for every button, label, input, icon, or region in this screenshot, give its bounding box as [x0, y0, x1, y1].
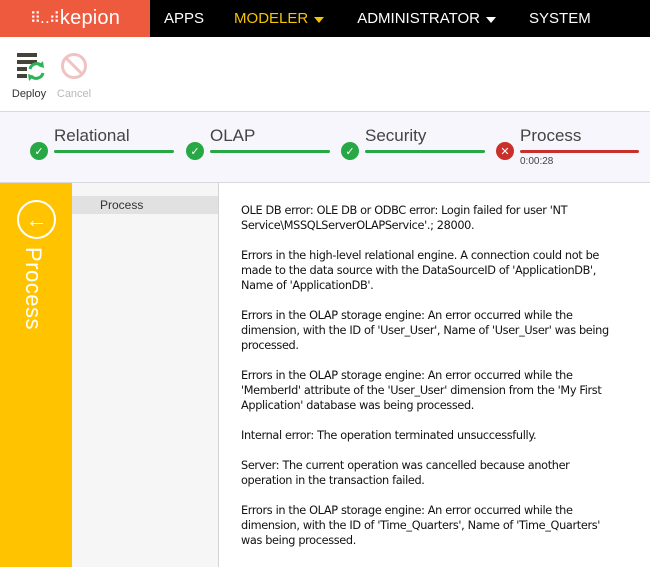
section-title: Process: [21, 247, 46, 330]
error-log: OLE DB error: OLE DB or ODBC error: Logi…: [241, 203, 621, 563]
step-progress-bar: [520, 150, 639, 153]
back-button[interactable]: ←: [17, 200, 56, 239]
error-message: Errors in the OLAP storage engine: An er…: [241, 309, 609, 352]
cancel-label: Cancel: [56, 88, 92, 100]
step-progress-bar: [210, 150, 330, 153]
nav-modeler[interactable]: MODELER: [234, 0, 325, 37]
list-item-label: Process: [100, 198, 144, 212]
toolbar: Deploy Cancel: [0, 37, 650, 112]
step-label: OLAP: [210, 126, 256, 145]
list-item-process[interactable]: Process: [72, 196, 218, 214]
error-message: Server: The current operation was cancel…: [241, 459, 570, 487]
deploy-refresh-icon: [17, 53, 45, 81]
chevron-down-icon: [486, 16, 497, 23]
nav-system-label: SYSTEM: [529, 10, 591, 27]
chevron-down-icon: [314, 16, 325, 23]
arrow-left-icon: ←: [25, 206, 48, 232]
logo-text: kepion: [59, 7, 121, 29]
nav-modeler-label: MODELER: [234, 10, 309, 27]
error-circle-icon: ✕: [496, 142, 514, 160]
deployment-progress-steps: ✓ Relational ✓ OLAP ✓ Security ✕ Process…: [0, 112, 650, 183]
error-message: Errors in the OLAP storage engine: An er…: [241, 504, 601, 547]
nav-apps-label: APPS: [164, 10, 205, 27]
check-circle-icon: ✓: [30, 142, 48, 160]
check-circle-icon: ✓: [341, 142, 359, 160]
deploy-button[interactable]: Deploy: [9, 51, 49, 100]
error-message: Errors in the OLAP storage engine: An er…: [241, 369, 602, 412]
nav-apps[interactable]: APPS: [164, 0, 204, 37]
nav-administrator[interactable]: ADMINISTRATOR: [357, 0, 497, 37]
nav-administrator-label: ADMINISTRATOR: [357, 10, 481, 27]
step-progress-bar: [54, 150, 174, 153]
step-label: Relational: [54, 126, 130, 145]
error-message: Errors in the high-level relational engi…: [241, 249, 600, 292]
cancel-button[interactable]: Cancel: [54, 51, 94, 100]
nav-system[interactable]: SYSTEM: [529, 0, 591, 37]
logo-dots-icon: ⠿‥⠾: [29, 9, 60, 27]
error-message: OLE DB error: OLE DB or ODBC error: Logi…: [241, 204, 568, 232]
step-label: Process: [520, 126, 582, 145]
step-elapsed-time: 0:00:28: [520, 156, 554, 167]
deploy-label: Deploy: [11, 88, 47, 100]
step-progress-bar: [365, 150, 485, 153]
prohibited-icon: [61, 53, 87, 79]
top-nav-bar: ⠿‥⠾ kepion APPS MODELER ADMINISTRATOR SY…: [0, 0, 650, 37]
process-list: Process: [72, 183, 219, 567]
kepion-logo[interactable]: ⠿‥⠾ kepion: [0, 0, 150, 37]
section-sidebar: ← Process: [0, 183, 72, 567]
step-label: Security: [365, 126, 427, 145]
error-message: Internal error: The operation terminated…: [241, 429, 537, 442]
check-circle-icon: ✓: [186, 142, 204, 160]
